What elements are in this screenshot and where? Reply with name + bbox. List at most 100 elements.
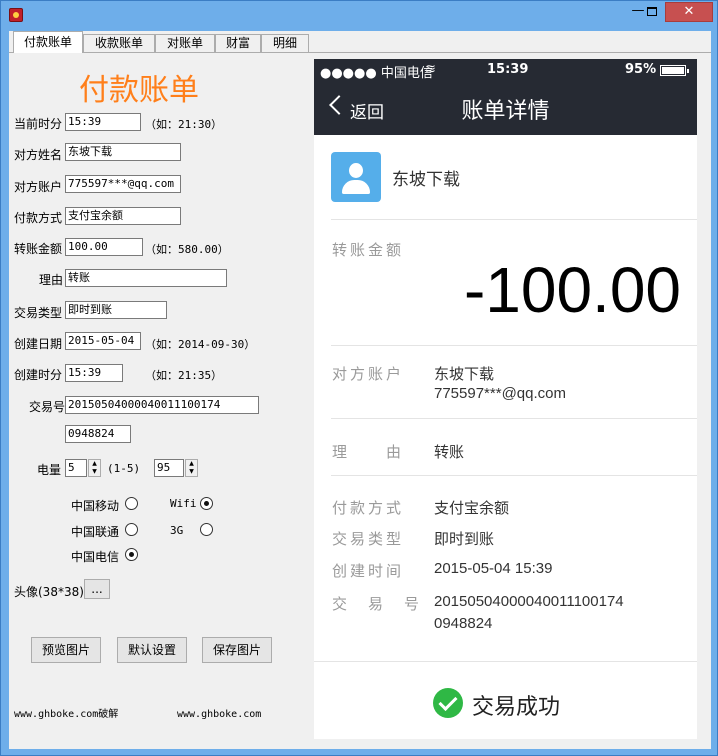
divider xyxy=(331,418,697,419)
trade-no-label: 交易号 xyxy=(29,400,66,414)
amount-label: 转账金额 xyxy=(14,242,63,256)
account-name: 东坡下载 xyxy=(434,365,495,383)
battery-range-hint: (1-5) xyxy=(107,462,141,475)
network-3g-label: 3G xyxy=(170,524,184,537)
amount-hint: （如：580.00） xyxy=(145,243,229,256)
reason-label: 理 由 xyxy=(332,443,405,461)
reason-input[interactable]: 转账 xyxy=(65,269,227,287)
bill-detail: 东坡下载 转账金额 -100.00 对方账户 东坡下载 775597***@qq… xyxy=(314,135,697,739)
carrier-signal: ●●●●● 中国电信 xyxy=(320,66,433,81)
trade-no-label: 交 易 号 xyxy=(332,595,423,613)
up-arrow-icon: ▲ xyxy=(92,460,97,467)
network-3g-radio[interactable] xyxy=(200,523,213,536)
create-time-label: 创建时分 xyxy=(14,368,63,382)
carrier-telecom-radio[interactable] xyxy=(125,548,138,561)
result-text: 交易成功 xyxy=(472,695,561,720)
reason-value: 转账 xyxy=(434,443,465,461)
bill-form: 付款账单 当前时分 15:39 （如：21:30） 对方姓名 东坡下载 对方账户… xyxy=(9,53,314,739)
amount-value: -100.00 xyxy=(463,254,681,326)
payee-account-input[interactable]: 775597***@qq.com xyxy=(65,175,181,193)
wifi-icon: ≋ xyxy=(425,62,436,77)
tab-wealth[interactable]: 财富 xyxy=(215,34,261,53)
tab-statement[interactable]: 对账单 xyxy=(155,34,215,53)
tab-payment-bill[interactable]: 付款账单 xyxy=(13,31,83,53)
phone-nav-bar: 返回 账单详情 xyxy=(314,81,697,135)
user-avatar-icon xyxy=(331,152,381,202)
avatar-label: 头像(38*38) xyxy=(14,585,84,599)
current-time-label: 当前时分 xyxy=(14,117,63,131)
carrier-mobile-radio[interactable] xyxy=(125,497,138,510)
carrier-mobile-label: 中国移动 xyxy=(71,499,120,513)
battery-percent-input[interactable]: 95 xyxy=(154,459,184,477)
account-label: 对方账户 xyxy=(332,365,405,383)
down-arrow-icon: ▼ xyxy=(189,468,194,475)
current-time-hint: （如：21:30） xyxy=(145,118,223,131)
create-date-hint: （如：2014-09-30） xyxy=(145,338,256,351)
save-image-button[interactable]: 保存图片 xyxy=(202,637,272,663)
down-arrow-icon: ▼ xyxy=(92,468,97,475)
battery-label: 电量 xyxy=(37,463,62,477)
divider xyxy=(314,661,697,662)
close-button[interactable]: ✕ xyxy=(665,2,713,22)
amount-input[interactable]: 100.00 xyxy=(65,238,143,256)
payee-name-input[interactable]: 东坡下载 xyxy=(65,143,181,161)
title-bar[interactable]: — ✕ xyxy=(1,1,717,29)
maximize-icon xyxy=(647,7,657,16)
phone-status-bar: ●●●●● 中国电信 ≋ 15:39 95% xyxy=(314,59,697,81)
footer-link-right: www.ghboke.com xyxy=(177,709,262,720)
divider xyxy=(331,475,697,476)
tab-details[interactable]: 明细 xyxy=(261,34,309,53)
app-window: — ✕ 付款账单 收款账单 对账单 财富 明细 付款账单 当前时分 15:39 … xyxy=(0,0,718,756)
carrier-unicom-radio[interactable] xyxy=(125,523,138,536)
battery-percent-stepper[interactable]: ▲ ▼ xyxy=(185,459,198,477)
create-time-label: 创建时间 xyxy=(332,562,405,580)
preview-image-button[interactable]: 预览图片 xyxy=(31,637,101,663)
maximize-button[interactable] xyxy=(639,2,665,22)
type-value: 即时到账 xyxy=(434,530,495,548)
app-icon xyxy=(9,8,23,22)
footer-link-left: www.ghboke.com破解 xyxy=(14,709,119,720)
create-date-input[interactable]: 2015-05-04 xyxy=(65,332,141,350)
payee-name-label: 对方姓名 xyxy=(14,148,63,162)
create-time-hint: （如：21:35） xyxy=(145,369,223,382)
network-wifi-radio[interactable] xyxy=(200,497,213,510)
up-arrow-icon: ▲ xyxy=(189,460,194,467)
battery-icon xyxy=(660,65,689,76)
phone-preview: ●●●●● 中国电信 ≋ 15:39 95% 返回 账单详情 东坡下载 转账金额 xyxy=(314,59,697,739)
carrier-unicom-label: 中国联通 xyxy=(71,525,120,539)
create-date-label: 创建日期 xyxy=(14,337,63,351)
payee-account-label: 对方账户 xyxy=(14,180,63,194)
amount-label: 转账金额 xyxy=(332,241,405,259)
avatar-body xyxy=(342,180,370,194)
avatar-browse-button[interactable]: ... xyxy=(84,579,110,599)
form-title: 付款账单 xyxy=(79,73,199,108)
type-label: 交易类型 xyxy=(332,530,405,548)
tab-receipt-bill[interactable]: 收款账单 xyxy=(83,34,155,53)
reason-label: 理由 xyxy=(39,273,64,287)
create-time-input[interactable]: 15:39 xyxy=(65,364,123,382)
status-battery-text: 95% xyxy=(625,62,657,77)
account-id: 775597***@qq.com xyxy=(434,385,566,402)
battery-level-input[interactable]: 5 xyxy=(65,459,87,477)
result-bar: 交易成功 xyxy=(314,665,697,739)
trade-type-input[interactable]: 即时到账 xyxy=(65,301,167,319)
divider xyxy=(331,219,697,220)
method-label: 付款方式 xyxy=(332,499,405,517)
trade-no-input-2[interactable]: 0948824 xyxy=(65,425,131,443)
tab-strip: 付款账单 收款账单 对账单 财富 明细 xyxy=(9,31,711,53)
pay-method-input[interactable]: 支付宝余额 xyxy=(65,207,181,225)
nav-title: 账单详情 xyxy=(461,99,550,124)
pay-method-label: 付款方式 xyxy=(14,211,63,225)
payee-name: 东坡下载 xyxy=(392,170,460,190)
trade-no-value-2: 0948824 xyxy=(434,615,493,632)
trade-no-input-1[interactable]: 2015050400004001110017​4 xyxy=(65,396,259,414)
default-settings-button[interactable]: 默认设置 xyxy=(117,637,187,663)
divider xyxy=(331,345,697,346)
client-area: 付款账单 收款账单 对账单 财富 明细 付款账单 当前时分 15:39 （如：2… xyxy=(9,31,711,749)
trade-no-value-1: 2015050400004001110017​4 xyxy=(434,593,624,610)
battery-level-stepper[interactable]: ▲ ▼ xyxy=(88,459,101,477)
carrier-telecom-label: 中国电信 xyxy=(71,550,120,564)
current-time-input[interactable]: 15:39 xyxy=(65,113,141,131)
status-time: 15:39 xyxy=(487,62,529,77)
network-wifi-label: Wifi xyxy=(170,497,197,510)
